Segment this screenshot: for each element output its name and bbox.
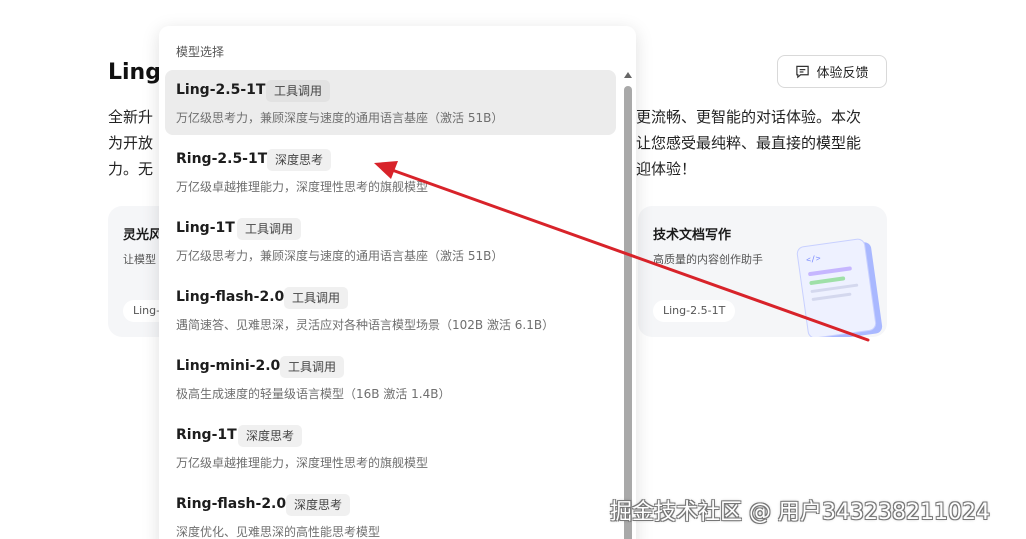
- watermark: 掘金技术社区 @ 用户343238211024: [610, 500, 990, 525]
- dropdown-scrollbar[interactable]: [623, 72, 633, 539]
- feedback-label: 体验反馈: [816, 66, 869, 81]
- feedback-button[interactable]: 体验反馈: [777, 55, 887, 88]
- model-badge: 深度思考: [238, 425, 303, 447]
- model-name: Ring-2.5-1T: [176, 151, 268, 167]
- scroll-up-icon[interactable]: [624, 72, 632, 78]
- model-select-dropdown: 模型选择 Ling-2.5-1T 工具调用 万亿级思考力，兼顾深度与速度的通用语…: [159, 26, 636, 539]
- card-model-tag: Ling-2.5-1T: [653, 300, 736, 322]
- model-option-ling-2-5-1t[interactable]: Ling-2.5-1T 工具调用 万亿级思考力，兼顾深度与速度的通用语言基座（激…: [165, 70, 616, 135]
- intro-text-line-2: 为开放: [108, 134, 154, 152]
- scenario-card-tech-docs[interactable]: 技术文档写作 高质量的内容创作助手 Ling-2.5-1T </>: [638, 206, 887, 337]
- card-title: 灵光风: [123, 228, 163, 243]
- model-name: Ring-1T: [176, 427, 237, 443]
- dropdown-header: 模型选择: [176, 45, 225, 59]
- model-description: 万亿级卓越推理能力，深度理性思考的旗舰模型: [176, 180, 429, 194]
- page-title: Ling: [108, 60, 161, 85]
- model-badge: 工具调用: [266, 80, 331, 102]
- model-badge: 深度思考: [267, 149, 332, 171]
- model-name: Ling-2.5-1T: [176, 82, 266, 98]
- model-name: Ring-flash-2.0: [176, 496, 287, 512]
- model-badge: 工具调用: [284, 287, 349, 309]
- model-name: Ling-flash-2.0: [176, 289, 285, 305]
- intro-text-line-3: 力。无: [108, 160, 154, 178]
- model-description: 万亿级思考力，兼顾深度与速度的通用语言基座（激活 51B）: [176, 111, 504, 125]
- model-description: 万亿级思考力，兼顾深度与速度的通用语言基座（激活 51B）: [176, 249, 504, 263]
- model-name: Ling-1T: [176, 220, 235, 236]
- document-illustration-icon: </>: [796, 238, 883, 337]
- model-badge: 工具调用: [280, 356, 345, 378]
- model-option-ring-1t[interactable]: Ring-1T 深度思考 万亿级卓越推理能力，深度理性思考的旗舰模型: [165, 415, 616, 480]
- model-name: Ling-mini-2.0: [176, 358, 281, 374]
- intro-text-right-3: 迎体验！: [636, 160, 697, 178]
- model-description: 万亿级卓越推理能力，深度理性思考的旗舰模型: [176, 456, 429, 470]
- model-option-ling-1t[interactable]: Ling-1T 工具调用 万亿级思考力，兼顾深度与速度的通用语言基座（激活 51…: [165, 208, 616, 273]
- model-option-ling-mini-2-0[interactable]: Ling-mini-2.0 工具调用 极高生成速度的轻量级语言模型（16B 激活…: [165, 346, 616, 411]
- model-description: 遇简速答、见难思深，灵活应对各种语言模型场景（102B 激活 6.1B）: [176, 318, 555, 332]
- scrollbar-thumb[interactable]: [624, 86, 632, 539]
- card-title: 技术文档写作: [653, 228, 732, 243]
- card-subtitle: 让模型: [123, 253, 156, 266]
- intro-text-line-1: 全新升: [108, 108, 154, 126]
- model-description: 极高生成速度的轻量级语言模型（16B 激活 1.4B）: [176, 387, 451, 401]
- model-option-ring-flash-2-0[interactable]: Ring-flash-2.0 深度思考 深度优化、见难思深的高性能思考模型: [165, 484, 616, 539]
- model-badge: 深度思考: [286, 494, 351, 516]
- feedback-icon: [796, 65, 810, 79]
- model-option-ring-2-5-1t[interactable]: Ring-2.5-1T 深度思考 万亿级卓越推理能力，深度理性思考的旗舰模型: [165, 139, 616, 204]
- model-badge: 工具调用: [237, 218, 302, 240]
- intro-text-right-1: 更流畅、更智能的对话体验。本次: [636, 108, 862, 126]
- intro-text-right-2: 让您感受最纯粹、最直接的模型能: [636, 134, 862, 152]
- model-option-ling-flash-2-0[interactable]: Ling-flash-2.0 工具调用 遇简速答、见难思深，灵活应对各种语言模型…: [165, 277, 616, 342]
- model-description: 深度优化、见难思深的高性能思考模型: [176, 525, 381, 539]
- card-subtitle: 高质量的内容创作助手: [653, 253, 763, 266]
